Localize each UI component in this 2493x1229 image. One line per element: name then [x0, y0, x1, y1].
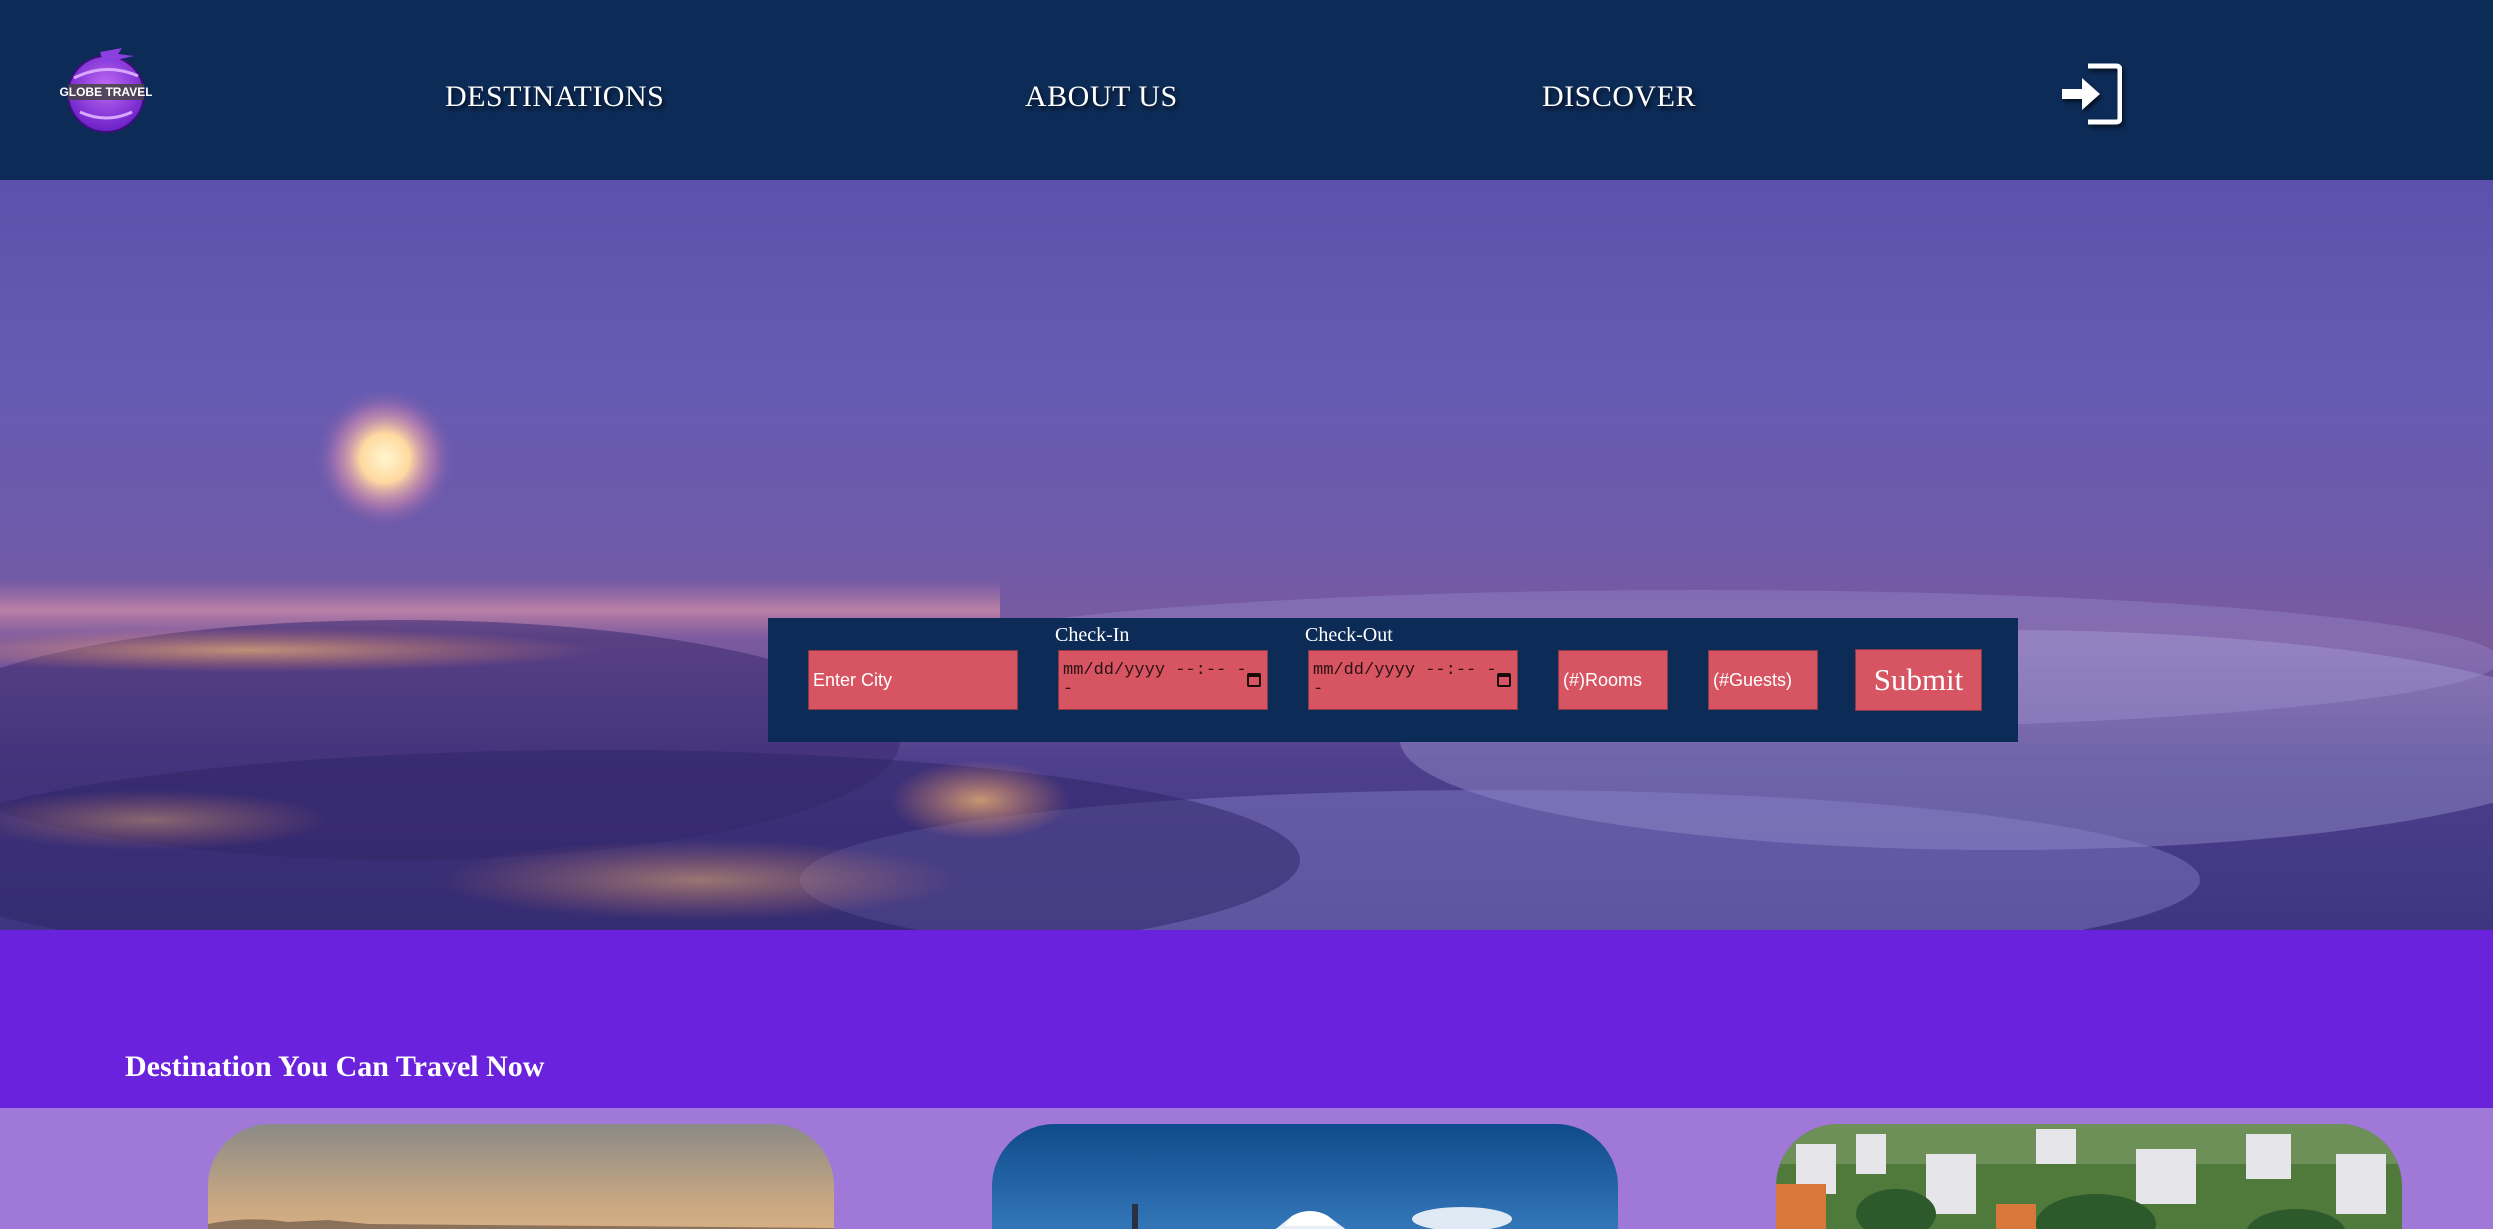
checkin-value: mm/dd/yyyy --:-- -- [1063, 661, 1247, 699]
nav-discover[interactable]: DISCOVER [1542, 80, 1696, 114]
hero-banner [0, 180, 2493, 930]
globe-travel-logo[interactable]: GLOBE TRAVEL [59, 42, 153, 134]
checkout-value: mm/dd/yyyy --:-- -- [1313, 661, 1497, 699]
section-title: Destination You Can Travel Now [125, 1050, 545, 1083]
calendar-icon[interactable] [1497, 673, 1511, 687]
checkin-label: Check-In [1055, 624, 1130, 646]
nav-destinations[interactable]: DESTINATIONS [445, 80, 664, 114]
mount-fuji-photo [992, 1124, 1618, 1229]
logo-text: GLOBE TRAVEL [60, 85, 152, 99]
guests-input[interactable]: (#Guests) [1708, 650, 1818, 710]
hero-background-image [0, 388, 2493, 930]
site-header: GLOBE TRAVEL DESTINATIONS ABOUT US DISCO… [0, 0, 2493, 180]
calendar-icon[interactable] [1247, 673, 1261, 687]
destination-card[interactable] [208, 1124, 834, 1229]
checkout-input[interactable]: mm/dd/yyyy --:-- -- [1308, 650, 1518, 710]
checkin-input[interactable]: mm/dd/yyyy --:-- -- [1058, 650, 1268, 710]
coastal-town-photo [1776, 1124, 2402, 1229]
city-input[interactable]: Enter City [808, 650, 1018, 710]
destination-card[interactable] [992, 1124, 1618, 1229]
sunset-city-photo [208, 1124, 834, 1229]
sign-in-icon[interactable] [2060, 62, 2123, 126]
rooms-input[interactable]: (#)Rooms [1558, 650, 1668, 710]
checkout-label: Check-Out [1305, 624, 1393, 646]
destination-card[interactable] [1776, 1124, 2402, 1229]
nav-about-us[interactable]: ABOUT US [1025, 80, 1178, 114]
submit-button[interactable]: Submit [1855, 649, 1982, 711]
